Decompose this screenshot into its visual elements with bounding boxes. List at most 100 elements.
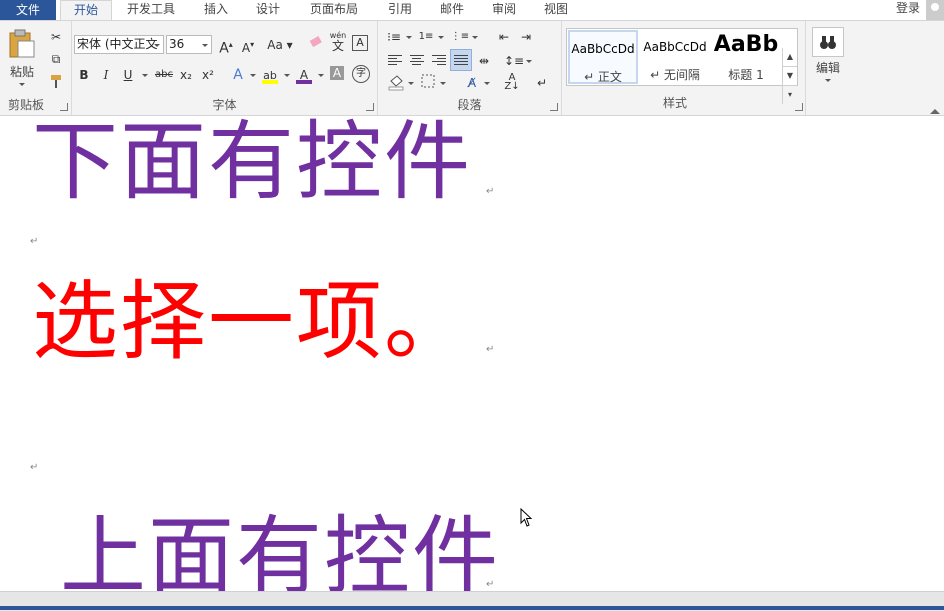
- char-shading-button[interactable]: A: [330, 66, 344, 80]
- tab-file[interactable]: 文件: [0, 0, 56, 20]
- font-group: 宋体 (中文正文 36 A▴ A▾ Aa ▾ wén 文 A B I U abc…: [72, 21, 378, 115]
- italic-button[interactable]: I: [96, 65, 116, 85]
- document-page[interactable]: 下面有控件 ↵ ↵ 选择一项。 ↵ ↵ 上面有控件 ↵: [0, 116, 944, 591]
- asian-layout-icon[interactable]: A̸: [462, 73, 482, 93]
- tab-references[interactable]: 引用: [380, 0, 420, 20]
- styles-gallery: AaBbCcDd ↵ 正文 AaBbCcDd ↵ 无间隔 AaBb 标题 1: [566, 28, 798, 86]
- grow-font-button[interactable]: A▴: [216, 35, 236, 57]
- distributed-icon[interactable]: ⇹: [474, 51, 494, 71]
- editing-label[interactable]: 编辑: [806, 59, 850, 76]
- font-size-combo[interactable]: 36: [166, 35, 212, 54]
- login-link[interactable]: 登录: [896, 0, 920, 16]
- clear-format-icon[interactable]: [306, 35, 326, 55]
- underline-button[interactable]: U: [118, 65, 138, 85]
- status-bar: [0, 606, 944, 610]
- line-spacing-dropdown[interactable]: [526, 60, 532, 63]
- style-normal-preview: AaBbCcDd: [571, 42, 635, 56]
- style-no-spacing[interactable]: AaBbCcDd ↵ 无间隔: [640, 30, 710, 84]
- chevron-down-icon: [202, 44, 208, 47]
- font-color-dropdown[interactable]: [318, 74, 324, 77]
- paste-label: 粘贴: [9, 65, 34, 79]
- phonetic-guide-button[interactable]: wén 文: [328, 31, 348, 53]
- doc-line-3[interactable]: 上面有控件: [60, 514, 500, 591]
- bullets-icon[interactable]: ⁝≡: [384, 27, 404, 47]
- decrease-indent-icon[interactable]: ⇤: [494, 27, 514, 47]
- borders-dropdown[interactable]: [440, 82, 446, 85]
- editing-dropdown[interactable]: [825, 79, 831, 82]
- underline-dropdown[interactable]: [142, 74, 148, 77]
- shading-icon[interactable]: [386, 73, 406, 93]
- bold-button[interactable]: B: [74, 65, 94, 85]
- paragraph-group-label: 段落: [457, 98, 482, 112]
- editing-group: 编辑: [806, 21, 852, 115]
- paste-dropdown-arrow: [19, 83, 25, 86]
- text-effects-dropdown[interactable]: [250, 74, 256, 77]
- asian-layout-dropdown[interactable]: [484, 82, 490, 85]
- chevron-down-icon: [154, 44, 160, 47]
- tab-layout[interactable]: 页面布局: [302, 0, 366, 20]
- change-case-button[interactable]: Aa ▾: [266, 35, 294, 55]
- increase-indent-icon[interactable]: ⇥: [516, 27, 536, 47]
- numbering-dropdown[interactable]: [438, 36, 444, 39]
- text-effects-button[interactable]: A: [228, 65, 248, 85]
- tab-mailings[interactable]: 邮件: [432, 0, 472, 20]
- tab-developer[interactable]: 开发工具: [118, 0, 184, 20]
- doc-line-2[interactable]: 选择一项。: [32, 279, 472, 365]
- clipboard-group: 粘贴 ✂ ⧉ 剪贴板: [0, 21, 72, 115]
- style-normal-name: ↵ 正文: [584, 70, 622, 84]
- font-name-combo[interactable]: 宋体 (中文正文: [74, 35, 164, 54]
- shading-dropdown[interactable]: [408, 82, 414, 85]
- doc-line-1[interactable]: 下面有控件: [32, 119, 472, 205]
- numbering-icon[interactable]: 1≡: [416, 27, 436, 47]
- font-color-button[interactable]: A: [294, 65, 314, 85]
- format-painter-icon[interactable]: [46, 71, 66, 91]
- align-left-icon[interactable]: [388, 55, 402, 67]
- paste-button[interactable]: 粘贴: [4, 27, 40, 89]
- superscript-button[interactable]: x²: [198, 65, 218, 85]
- paragraph-launcher[interactable]: [550, 103, 558, 111]
- style-no-spacing-preview: AaBbCcDd: [643, 40, 707, 54]
- shrink-font-button[interactable]: A▾: [238, 35, 258, 55]
- style-no-spacing-name: ↵ 无间隔: [650, 68, 700, 82]
- justify-button[interactable]: [450, 49, 472, 71]
- tab-insert[interactable]: 插入: [196, 0, 236, 20]
- show-marks-icon[interactable]: ↵: [532, 73, 552, 93]
- sort-icon[interactable]: A Z↓: [502, 73, 522, 93]
- copy-icon[interactable]: ⧉: [46, 49, 66, 69]
- multilevel-dropdown[interactable]: [472, 36, 478, 39]
- align-right-icon[interactable]: [432, 55, 446, 67]
- multilevel-list-icon[interactable]: ⋮≡: [450, 27, 470, 47]
- align-center-icon[interactable]: [410, 55, 424, 67]
- tab-design[interactable]: 设计: [248, 0, 288, 20]
- borders-icon[interactable]: [418, 73, 438, 93]
- collapse-ribbon-icon[interactable]: [930, 109, 940, 114]
- style-heading1-name: 标题 1: [728, 68, 764, 82]
- styles-launcher[interactable]: [795, 103, 803, 111]
- style-normal[interactable]: AaBbCcDd ↵ 正文: [568, 30, 638, 84]
- chevron-up-icon[interactable]: ▲: [783, 48, 797, 67]
- phonetic-char: 文: [331, 39, 344, 53]
- highlight-dropdown[interactable]: [284, 74, 290, 77]
- binoculars-icon: [820, 36, 836, 49]
- ribbon-tabs: 文件 开始 开发工具 插入 设计 页面布局 引用 邮件 审阅 视图 登录: [0, 0, 944, 22]
- strikethrough-button[interactable]: abc: [152, 65, 176, 85]
- justify-icon: [454, 55, 468, 67]
- bullets-dropdown[interactable]: [406, 36, 412, 39]
- char-border-button[interactable]: A: [352, 35, 368, 51]
- tab-view[interactable]: 视图: [536, 0, 576, 20]
- font-name-value: 宋体 (中文正文: [77, 37, 158, 51]
- tab-home[interactable]: 开始: [60, 0, 112, 22]
- line-spacing-icon[interactable]: ↕≡: [504, 51, 524, 71]
- font-launcher[interactable]: [366, 103, 374, 111]
- cut-icon[interactable]: ✂: [46, 27, 66, 47]
- find-button[interactable]: [812, 27, 844, 57]
- paragraph-mark: ↵: [486, 186, 495, 197]
- enclose-char-button[interactable]: 字: [352, 65, 370, 83]
- subscript-button[interactable]: x₂: [176, 65, 196, 85]
- clipboard-launcher[interactable]: [60, 103, 68, 111]
- chevron-down-icon[interactable]: ▼: [783, 67, 797, 86]
- avatar[interactable]: [926, 0, 944, 20]
- style-heading1[interactable]: AaBb 标题 1: [712, 30, 780, 84]
- tab-review[interactable]: 审阅: [484, 0, 524, 20]
- highlight-button[interactable]: ab: [260, 65, 280, 85]
